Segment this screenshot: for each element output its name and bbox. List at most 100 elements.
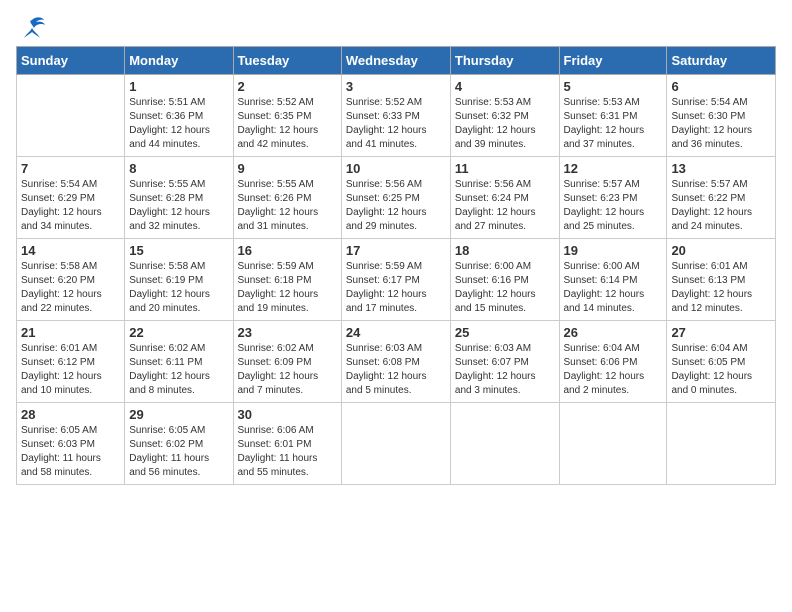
- day-number: 26: [564, 325, 663, 340]
- day-number: 1: [129, 79, 228, 94]
- calendar-day-cell: 6 Sunrise: 5:54 AM Sunset: 6:30 PM Daylig…: [667, 75, 776, 157]
- day-number: 6: [671, 79, 771, 94]
- day-info: Sunrise: 5:54 AM Sunset: 6:29 PM Dayligh…: [21, 178, 120, 234]
- day-number: 29: [129, 407, 228, 422]
- calendar-day-cell: 17 Sunrise: 5:59 AM Sunset: 6:17 PM Dayli…: [341, 239, 450, 321]
- day-info: Sunrise: 6:06 AM Sunset: 6:01 PM Dayligh…: [238, 424, 337, 480]
- day-number: 12: [564, 161, 663, 176]
- calendar-day-cell: 5 Sunrise: 5:53 AM Sunset: 6:31 PM Daylig…: [559, 75, 667, 157]
- calendar-day-cell: 8 Sunrise: 5:55 AM Sunset: 6:28 PM Daylig…: [125, 157, 233, 239]
- day-info: Sunrise: 5:53 AM Sunset: 6:31 PM Dayligh…: [564, 96, 663, 152]
- day-info: Sunrise: 5:58 AM Sunset: 6:19 PM Dayligh…: [129, 260, 228, 316]
- day-number: 15: [129, 243, 228, 258]
- day-number: 7: [21, 161, 120, 176]
- calendar-day-cell: 24 Sunrise: 6:03 AM Sunset: 6:08 PM Dayli…: [341, 321, 450, 403]
- day-info: Sunrise: 6:02 AM Sunset: 6:09 PM Dayligh…: [238, 342, 337, 398]
- calendar-day-cell: 23 Sunrise: 6:02 AM Sunset: 6:09 PM Dayli…: [233, 321, 341, 403]
- day-info: Sunrise: 6:01 AM Sunset: 6:13 PM Dayligh…: [671, 260, 771, 316]
- calendar-day-cell: 26 Sunrise: 6:04 AM Sunset: 6:06 PM Dayli…: [559, 321, 667, 403]
- day-info: Sunrise: 6:04 AM Sunset: 6:06 PM Dayligh…: [564, 342, 663, 398]
- day-info: Sunrise: 6:04 AM Sunset: 6:05 PM Dayligh…: [671, 342, 771, 398]
- calendar-day-cell: 30 Sunrise: 6:06 AM Sunset: 6:01 PM Dayli…: [233, 403, 341, 485]
- day-number: 28: [21, 407, 120, 422]
- day-number: 3: [346, 79, 446, 94]
- calendar-body: 1 Sunrise: 5:51 AM Sunset: 6:36 PM Daylig…: [17, 75, 776, 485]
- day-info: Sunrise: 5:52 AM Sunset: 6:35 PM Dayligh…: [238, 96, 337, 152]
- day-info: Sunrise: 5:58 AM Sunset: 6:20 PM Dayligh…: [21, 260, 120, 316]
- day-number: 25: [455, 325, 555, 340]
- calendar-day-cell: 29 Sunrise: 6:05 AM Sunset: 6:02 PM Dayli…: [125, 403, 233, 485]
- day-number: 4: [455, 79, 555, 94]
- day-number: 14: [21, 243, 120, 258]
- day-number: 30: [238, 407, 337, 422]
- calendar-header-row: SundayMondayTuesdayWednesdayThursdayFrid…: [17, 47, 776, 75]
- day-info: Sunrise: 6:00 AM Sunset: 6:14 PM Dayligh…: [564, 260, 663, 316]
- day-number: 20: [671, 243, 771, 258]
- calendar-day-cell: 25Sunrise: 6:03 AM Sunset: 6:07 PM Dayli…: [450, 321, 559, 403]
- calendar-day-cell: 18 Sunrise: 6:00 AM Sunset: 6:16 PM Dayli…: [450, 239, 559, 321]
- day-info: Sunrise: 5:59 AM Sunset: 6:18 PM Dayligh…: [238, 260, 337, 316]
- day-number: 8: [129, 161, 228, 176]
- logo-bird-icon: [18, 16, 46, 40]
- day-info: Sunrise: 5:52 AM Sunset: 6:33 PM Dayligh…: [346, 96, 446, 152]
- day-number: 10: [346, 161, 446, 176]
- day-number: 18: [455, 243, 555, 258]
- day-number: 21: [21, 325, 120, 340]
- day-info: Sunrise: 5:56 AM Sunset: 6:25 PM Dayligh…: [346, 178, 446, 234]
- day-number: 9: [238, 161, 337, 176]
- calendar-day-cell: 9 Sunrise: 5:55 AM Sunset: 6:26 PM Daylig…: [233, 157, 341, 239]
- calendar-day-cell: 7 Sunrise: 5:54 AM Sunset: 6:29 PM Daylig…: [17, 157, 125, 239]
- calendar-day-cell: [341, 403, 450, 485]
- day-info: Sunrise: 6:00 AM Sunset: 6:16 PM Dayligh…: [455, 260, 555, 316]
- calendar-day-cell: 11Sunrise: 5:56 AM Sunset: 6:24 PM Dayli…: [450, 157, 559, 239]
- day-number: 11: [455, 161, 555, 176]
- calendar-day-cell: 1 Sunrise: 5:51 AM Sunset: 6:36 PM Daylig…: [125, 75, 233, 157]
- calendar-day-cell: [17, 75, 125, 157]
- calendar-day-header: Thursday: [450, 47, 559, 75]
- day-info: Sunrise: 5:55 AM Sunset: 6:26 PM Dayligh…: [238, 178, 337, 234]
- calendar-day-header: Tuesday: [233, 47, 341, 75]
- day-info: Sunrise: 5:59 AM Sunset: 6:17 PM Dayligh…: [346, 260, 446, 316]
- day-info: Sunrise: 5:57 AM Sunset: 6:23 PM Dayligh…: [564, 178, 663, 234]
- day-info: Sunrise: 5:51 AM Sunset: 6:36 PM Dayligh…: [129, 96, 228, 152]
- day-info: Sunrise: 5:57 AM Sunset: 6:22 PM Dayligh…: [671, 178, 771, 234]
- calendar-day-cell: 12 Sunrise: 5:57 AM Sunset: 6:23 PM Dayli…: [559, 157, 667, 239]
- day-number: 23: [238, 325, 337, 340]
- calendar-day-cell: [559, 403, 667, 485]
- page-header: [16, 16, 776, 36]
- calendar-day-cell: 22 Sunrise: 6:02 AM Sunset: 6:11 PM Dayli…: [125, 321, 233, 403]
- day-number: 17: [346, 243, 446, 258]
- day-number: 16: [238, 243, 337, 258]
- calendar-day-cell: 10 Sunrise: 5:56 AM Sunset: 6:25 PM Dayli…: [341, 157, 450, 239]
- day-info: Sunrise: 6:03 AM Sunset: 6:08 PM Dayligh…: [346, 342, 446, 398]
- calendar-day-cell: 28Sunrise: 6:05 AM Sunset: 6:03 PM Dayli…: [17, 403, 125, 485]
- calendar-day-cell: 16 Sunrise: 5:59 AM Sunset: 6:18 PM Dayli…: [233, 239, 341, 321]
- day-info: Sunrise: 5:55 AM Sunset: 6:28 PM Dayligh…: [129, 178, 228, 234]
- calendar-day-cell: 2Sunrise: 5:52 AM Sunset: 6:35 PM Daylig…: [233, 75, 341, 157]
- calendar-day-cell: 4 Sunrise: 5:53 AM Sunset: 6:32 PM Daylig…: [450, 75, 559, 157]
- calendar-day-header: Saturday: [667, 47, 776, 75]
- calendar-week-row: 7 Sunrise: 5:54 AM Sunset: 6:29 PM Daylig…: [17, 157, 776, 239]
- calendar-day-cell: 15 Sunrise: 5:58 AM Sunset: 6:19 PM Dayli…: [125, 239, 233, 321]
- day-number: 5: [564, 79, 663, 94]
- day-number: 22: [129, 325, 228, 340]
- day-number: 13: [671, 161, 771, 176]
- day-number: 19: [564, 243, 663, 258]
- calendar-day-cell: 13 Sunrise: 5:57 AM Sunset: 6:22 PM Dayli…: [667, 157, 776, 239]
- calendar-day-header: Friday: [559, 47, 667, 75]
- day-info: Sunrise: 5:53 AM Sunset: 6:32 PM Dayligh…: [455, 96, 555, 152]
- calendar-week-row: 28Sunrise: 6:05 AM Sunset: 6:03 PM Dayli…: [17, 403, 776, 485]
- day-info: Sunrise: 6:01 AM Sunset: 6:12 PM Dayligh…: [21, 342, 120, 398]
- calendar-day-header: Monday: [125, 47, 233, 75]
- calendar-day-header: Wednesday: [341, 47, 450, 75]
- calendar-table: SundayMondayTuesdayWednesdayThursdayFrid…: [16, 46, 776, 485]
- day-info: Sunrise: 6:02 AM Sunset: 6:11 PM Dayligh…: [129, 342, 228, 398]
- calendar-week-row: 14 Sunrise: 5:58 AM Sunset: 6:20 PM Dayli…: [17, 239, 776, 321]
- calendar-day-cell: 3 Sunrise: 5:52 AM Sunset: 6:33 PM Daylig…: [341, 75, 450, 157]
- logo: [16, 16, 46, 36]
- calendar-week-row: 1 Sunrise: 5:51 AM Sunset: 6:36 PM Daylig…: [17, 75, 776, 157]
- day-info: Sunrise: 6:05 AM Sunset: 6:02 PM Dayligh…: [129, 424, 228, 480]
- day-info: Sunrise: 5:54 AM Sunset: 6:30 PM Dayligh…: [671, 96, 771, 152]
- day-number: 24: [346, 325, 446, 340]
- calendar-day-cell: [450, 403, 559, 485]
